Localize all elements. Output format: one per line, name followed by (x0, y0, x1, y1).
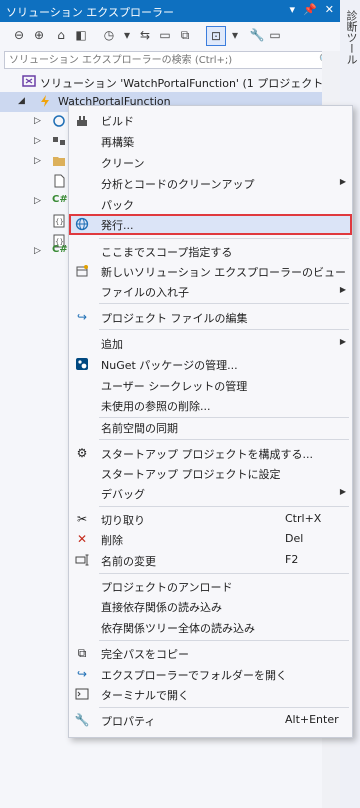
terminal-icon (75, 687, 89, 701)
solution-label: ソリューション 'WatchPortalFunction' (1 プロジェクト中… (40, 77, 360, 90)
json-file-icon: {} (52, 214, 66, 228)
menu-item-file-nesting[interactable]: ファイルの入れ子 ▶ (69, 281, 352, 301)
wrench-icon: 🔧 (74, 713, 90, 727)
menu-separator (99, 707, 349, 708)
submenu-arrow-icon: ▶ (339, 337, 346, 346)
refresh-icon[interactable]: ▭ (156, 26, 174, 44)
expand-arrow-icon[interactable]: ▷ (34, 196, 41, 206)
menu-separator (99, 640, 349, 641)
menu-item-user-secrets[interactable]: ユーザー シークレットの管理 (69, 375, 352, 395)
edit-arrow-icon: ↪ (76, 310, 88, 324)
submenu-arrow-icon: ▶ (339, 487, 346, 496)
collapse-arrow-icon[interactable]: ◢ (18, 96, 25, 106)
menu-separator (99, 573, 349, 574)
pin-icon[interactable]: 📌 (303, 3, 317, 16)
forward-icon[interactable]: ⊕ (30, 26, 48, 44)
svg-text:{}: {} (55, 218, 64, 226)
menu-item-pack[interactable]: パック (69, 194, 352, 214)
window-options-icon[interactable]: ▾ (290, 3, 296, 16)
menu-item-unload-project[interactable]: プロジェクトのアンロード (69, 576, 352, 596)
menu-separator (99, 439, 349, 440)
menu-item-scope-to-this[interactable]: ここまでスコープ指定する (69, 241, 352, 261)
home-icon[interactable]: ⌂ (52, 26, 70, 44)
menu-item-manage-nuget[interactable]: NuGet パッケージの管理... (69, 354, 352, 374)
menu-item-configure-startup[interactable]: ⚙ スタートアップ プロジェクトを構成する... (69, 443, 352, 463)
submenu-arrow-icon: ▶ (339, 285, 346, 294)
shortcut-label: Alt+Enter (285, 713, 339, 726)
menu-separator (99, 303, 349, 304)
expand-arrow-icon[interactable]: ▷ (34, 116, 41, 126)
collapse-all-icon[interactable]: ⧉ (176, 26, 194, 44)
menu-item-cut[interactable]: ✂ 切り取り Ctrl+X (69, 509, 352, 529)
menu-item-new-view[interactable]: 新しいソリューション エクスプローラーのビュー (69, 261, 352, 281)
menu-item-clean[interactable]: クリーン (69, 152, 352, 172)
menu-item-load-direct-deps[interactable]: 直接依存関係の読み込み (69, 596, 352, 616)
menu-item-publish[interactable]: 発行... (69, 214, 352, 235)
menu-item-rename[interactable]: 名前の変更 F2 (69, 550, 352, 570)
menu-separator (99, 506, 349, 507)
scissors-icon: ✂ (76, 512, 88, 526)
menu-item-open-in-explorer[interactable]: ↪ エクスプローラーでフォルダーを開く (69, 664, 352, 684)
menu-item-properties[interactable]: 🔧 プロパティ Alt+Enter (69, 710, 352, 730)
new-view-icon (75, 264, 89, 278)
search-box[interactable]: 🔍 (4, 51, 336, 69)
publish-globe-icon (75, 217, 89, 231)
show-files-icon[interactable]: ⊡ (206, 26, 226, 46)
function-project-icon (38, 94, 52, 108)
preview-icon[interactable]: ▭ (266, 26, 284, 44)
menu-item-add[interactable]: 追加 ▶ (69, 333, 352, 353)
shortcut-label: F2 (285, 553, 299, 566)
panel-title: ソリューション エクスプローラー (6, 6, 174, 19)
nuget-icon (75, 357, 89, 371)
sync-icon[interactable]: ⇆ (136, 26, 154, 44)
menu-separator (99, 329, 349, 330)
expand-arrow-icon[interactable]: ▷ (34, 136, 41, 146)
tree-row-solution[interactable]: ソリューション 'WatchPortalFunction' (1 プロジェクト中… (0, 72, 360, 92)
folder-icon (52, 154, 66, 168)
menu-item-remove-unused-refs[interactable]: 未使用の参照の削除... (69, 395, 352, 415)
menu-item-delete[interactable]: ✕ 削除 Del (69, 529, 352, 549)
file-icon (52, 174, 66, 188)
submenu-arrow-icon: ▶ (339, 177, 346, 186)
menu-item-copy-full-path[interactable]: ⧉ 完全パスをコピー (69, 643, 352, 663)
panel-title-bar: ソリューション エクスプローラー ▾ 📌 ✕ (0, 0, 340, 22)
menu-item-set-startup[interactable]: スタートアップ プロジェクトに設定 (69, 463, 352, 483)
menu-item-edit-project-file[interactable]: ↪ プロジェクト ファイルの編集 (69, 307, 352, 327)
dependencies-icon (52, 134, 66, 148)
shortcut-label: Del (285, 532, 304, 545)
vs-switch-view-icon[interactable]: ◧ (72, 26, 90, 44)
expand-arrow-icon[interactable]: ▷ (34, 246, 41, 256)
context-menu: ビルド 再構築 クリーン 分析とコードのクリーンアップ ▶ パック 発行... … (68, 105, 353, 738)
properties-wrench-icon[interactable]: 🔧 (248, 26, 266, 44)
history-icon[interactable]: ◷ (100, 26, 118, 44)
back-icon[interactable]: ⊖ (10, 26, 28, 44)
menu-item-open-terminal[interactable]: ターミナルで開く (69, 684, 352, 704)
menu-item-rebuild[interactable]: 再構築 (69, 131, 352, 151)
dropdown-icon[interactable]: ▾ (118, 26, 136, 44)
csharp-file-icon: C# (52, 194, 68, 205)
menu-item-build[interactable]: ビルド (69, 110, 352, 130)
search-input[interactable] (5, 52, 313, 68)
menu-item-sync-namespaces[interactable]: 名前空間の同期 (69, 417, 352, 437)
menu-separator (99, 238, 349, 239)
delete-x-icon: ✕ (76, 532, 88, 546)
solution-icon (22, 74, 36, 88)
shortcut-label: Ctrl+X (285, 512, 322, 525)
menu-item-load-full-deps[interactable]: 依存関係ツリー全体の読み込み (69, 617, 352, 637)
copy-icon: ⧉ (77, 645, 87, 660)
rename-icon (75, 553, 89, 567)
build-icon (75, 113, 89, 127)
menu-item-analyze-cleanup[interactable]: 分析とコードのクリーンアップ ▶ (69, 173, 352, 193)
connected-services-icon (52, 114, 66, 128)
refresh-arrow-icon: ↪ (76, 667, 88, 681)
expand-arrow-icon[interactable]: ▷ (34, 156, 41, 166)
filter-dropdown-icon[interactable]: ▾ (226, 26, 244, 44)
gear-icon: ⚙ (76, 446, 88, 460)
toolbar: ⊖ ⊕ ⌂ ◧ ◷ ▾ ⇆ ▭ ⧉ ⊡ ▾ 🔧 ▭ (0, 22, 340, 50)
close-icon[interactable]: ✕ (325, 3, 334, 16)
menu-item-debug[interactable]: デバッグ ▶ (69, 483, 352, 503)
diagnostic-tools-tab[interactable]: 診断ツール (343, 10, 359, 65)
csharp-file-icon: C# (52, 244, 68, 255)
